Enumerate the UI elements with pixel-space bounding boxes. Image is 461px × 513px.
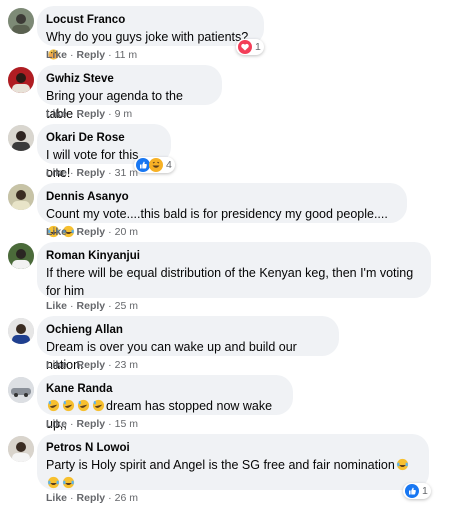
reaction-summary[interactable]: 4	[134, 157, 175, 173]
love-reaction-icon	[238, 40, 252, 54]
like-link[interactable]: Like	[46, 167, 67, 179]
comment-author[interactable]: Dennis Asanyo	[46, 190, 396, 204]
laughing-tears-emoji-icon	[396, 458, 409, 471]
rofl-emoji-icon	[77, 399, 90, 412]
comment-author[interactable]: Roman Kinyanjui	[46, 249, 420, 263]
like-reaction-icon	[405, 484, 419, 498]
reply-link[interactable]: Reply	[77, 492, 106, 504]
reply-link[interactable]: Reply	[77, 226, 106, 238]
comment-timestamp[interactable]: 15 m	[115, 418, 138, 430]
reaction-summary[interactable]: 1	[403, 483, 431, 499]
comment-text-content: Party is Holy spirit and Angel is the SG…	[46, 458, 395, 472]
reaction-count: 1	[255, 41, 261, 53]
reaction-count: 1	[422, 485, 428, 497]
reaction-summary[interactable]: 1	[236, 39, 264, 55]
like-link[interactable]: Like	[46, 108, 67, 120]
laughing-tears-emoji-icon	[62, 476, 75, 489]
avatar[interactable]	[8, 243, 34, 269]
comment-actions: Like · Reply · 9 m	[46, 108, 133, 120]
comment-bubble: Locust Franco Why do you guys joke with …	[37, 6, 264, 60]
comment-text-content: Why do you guys joke with patients?	[46, 30, 249, 44]
comment-actions: Like · Reply · 20 m	[46, 226, 138, 238]
comment-author[interactable]: Petros N Lowoi	[46, 441, 418, 455]
comment-timestamp[interactable]: 11 m	[115, 49, 138, 61]
comment-author[interactable]: Kane Randa	[46, 382, 282, 396]
like-link[interactable]: Like	[46, 300, 67, 312]
comment-actions: Like · Reply · 26 m	[46, 492, 138, 504]
comment-bubble: Gwhiz Steve Bring your agenda to the tab…	[37, 65, 222, 121]
comment-actions: Like · Reply · 11 m	[46, 49, 138, 61]
comment-bubble: Petros N Lowoi Party is Holy spirit and …	[37, 434, 429, 490]
rofl-emoji-icon	[62, 399, 75, 412]
comment-text: Party is Holy spirit and Angel is the SG…	[46, 456, 418, 492]
like-link[interactable]: Like	[46, 359, 67, 371]
comment-timestamp[interactable]: 31 m	[115, 167, 138, 179]
haha-reaction-icon	[149, 158, 163, 172]
avatar[interactable]	[8, 67, 34, 93]
reply-link[interactable]: Reply	[77, 359, 106, 371]
avatar[interactable]	[8, 8, 34, 34]
reply-link[interactable]: Reply	[77, 167, 106, 179]
reply-link[interactable]: Reply	[77, 108, 106, 120]
reply-link[interactable]: Reply	[77, 418, 106, 430]
comment-timestamp[interactable]: 26 m	[115, 492, 138, 504]
avatar[interactable]	[8, 318, 34, 344]
like-link[interactable]: Like	[46, 492, 67, 504]
comment-author[interactable]: Ochieng Allan	[46, 323, 328, 337]
reaction-count: 4	[166, 159, 172, 171]
comment-author[interactable]: Locust Franco	[46, 13, 253, 27]
rofl-emoji-icon	[92, 399, 105, 412]
comment-author[interactable]: Okari De Rose	[46, 131, 160, 145]
comment-actions: Like · Reply · 25 m	[46, 300, 138, 312]
comment-actions: Like · Reply · 31 m	[46, 167, 138, 179]
comment-timestamp[interactable]: 25 m	[115, 300, 138, 312]
like-link[interactable]: Like	[46, 226, 67, 238]
like-link[interactable]: Like	[46, 49, 67, 61]
comment-timestamp[interactable]: 9 m	[115, 108, 133, 120]
avatar[interactable]	[8, 436, 34, 462]
avatar[interactable]	[8, 184, 34, 210]
reply-link[interactable]: Reply	[77, 300, 106, 312]
like-link[interactable]: Like	[46, 418, 67, 430]
comment-bubble: Dennis Asanyo Count my vote....this bald…	[37, 183, 407, 238]
comment-author[interactable]: Gwhiz Steve	[46, 72, 211, 86]
comment-timestamp[interactable]: 20 m	[115, 226, 138, 238]
avatar[interactable]	[8, 125, 34, 151]
rofl-emoji-icon	[47, 399, 60, 412]
comment-bubble: Ochieng Allan Dream is over you can wake…	[37, 316, 339, 372]
comment-text: If there will be equal distribution of t…	[46, 266, 414, 298]
comment-actions: Like · Reply · 23 m	[46, 359, 138, 371]
reply-link[interactable]: Reply	[77, 49, 106, 61]
like-reaction-icon	[136, 158, 150, 172]
laughing-tears-emoji-icon	[47, 476, 60, 489]
comment-actions: Like · Reply · 15 m	[46, 418, 138, 430]
comment-text-content: Count my vote....this bald is for presid…	[46, 207, 388, 221]
comment-timestamp[interactable]: 23 m	[115, 359, 138, 371]
comment-bubble: Kane Randa dream has stopped now wake up…	[37, 375, 293, 431]
avatar[interactable]	[8, 377, 34, 403]
comment-bubble: Roman Kinyanjui If there will be equal d…	[37, 242, 431, 298]
